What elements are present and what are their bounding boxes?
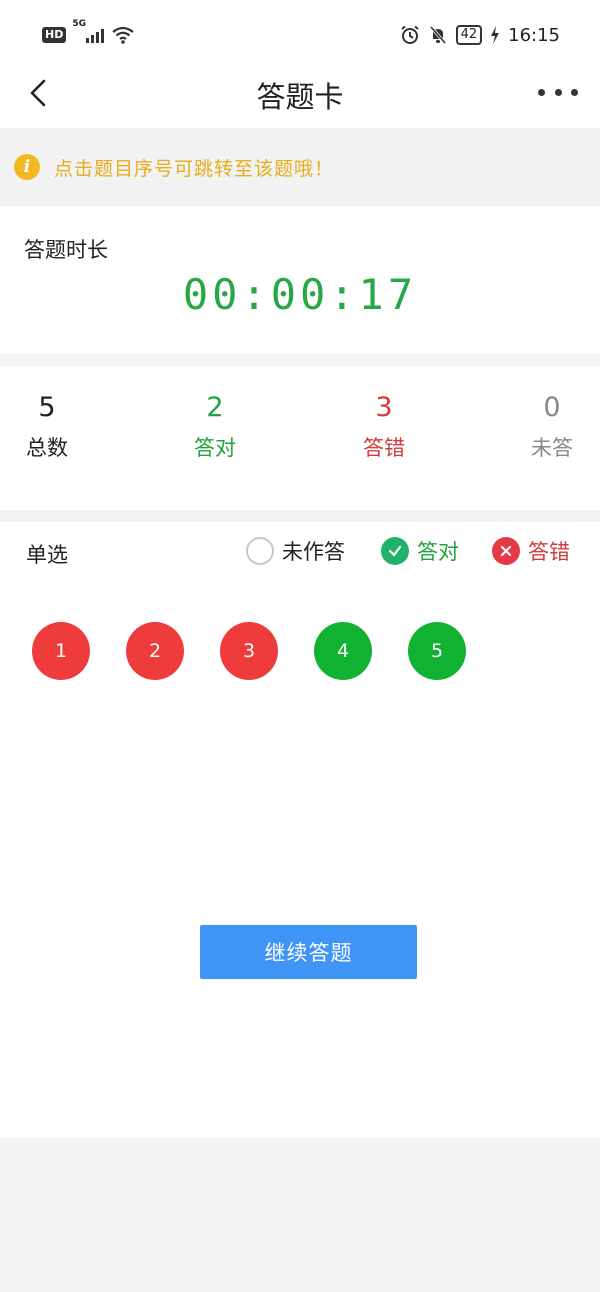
- tip-text: 点击题目序号可跳转至该题哦！: [54, 157, 335, 180]
- stat-wrong-value: 3: [375, 392, 393, 423]
- timer-value: 00:00:17: [182, 270, 418, 319]
- question-number-button[interactable]: 3: [220, 622, 278, 680]
- info-icon: i: [14, 154, 40, 180]
- hd-icon: HD: [42, 27, 67, 43]
- page-title: 答题卡: [256, 80, 344, 114]
- cross-icon: [492, 537, 520, 565]
- check-icon: [381, 537, 409, 565]
- legend-unanswered: 未作答: [246, 536, 345, 566]
- question-type-label: 单选: [26, 543, 68, 567]
- charging-icon: [491, 26, 500, 44]
- stat-unanswered-label: 未答: [531, 436, 573, 460]
- continue-answering-button[interactable]: 继续答题: [200, 925, 417, 979]
- stat-total-label: 总数: [26, 436, 68, 460]
- stats-card: 5 总数 2 答对 3 答错 0 未答: [0, 366, 600, 510]
- status-left: HD 5G: [42, 19, 135, 44]
- stat-correct: 2 答对: [160, 390, 270, 462]
- timer-label: 答题时长: [24, 238, 108, 262]
- tip-banner: i 点击题目序号可跳转至该题哦！: [0, 128, 600, 206]
- question-number-button[interactable]: 2: [126, 622, 184, 680]
- stat-total-value: 5: [38, 392, 56, 423]
- stat-wrong-label: 答错: [363, 436, 405, 460]
- question-grid: 1 2 3 4 5: [32, 622, 466, 680]
- nav-bar: 答题卡: [0, 60, 600, 128]
- question-number-button[interactable]: 5: [408, 622, 466, 680]
- bell-muted-icon: [429, 26, 446, 44]
- legend-unanswered-label: 未作答: [282, 540, 345, 564]
- battery-icon: 42: [455, 25, 483, 45]
- empty-circle-icon: [246, 537, 274, 565]
- signal-icon: 5G: [72, 19, 105, 43]
- stat-correct-label: 答对: [194, 436, 236, 460]
- wifi-icon: [112, 26, 135, 44]
- stat-wrong: 3 答错: [329, 390, 439, 462]
- timer-card: 答题时长 00:00:17: [0, 206, 600, 354]
- alarm-icon: [400, 25, 419, 44]
- stat-unanswered: 0 未答: [497, 390, 600, 462]
- question-number-button[interactable]: 4: [314, 622, 372, 680]
- stat-unanswered-value: 0: [543, 392, 561, 423]
- more-dots-icon[interactable]: [538, 80, 578, 104]
- legend-correct: 答对: [381, 536, 459, 566]
- legend-wrong-label: 答错: [528, 540, 570, 564]
- bottom-background: [0, 1138, 600, 1292]
- stat-correct-value: 2: [206, 392, 224, 423]
- status-right: 42 16:15: [400, 25, 560, 46]
- network-type: 5G: [72, 19, 86, 29]
- clock-time: 16:15: [508, 24, 560, 46]
- answer-sheet: 单选 未作答 答对 答错 1 2 3 4 5 继续答题: [0, 522, 600, 1138]
- stat-total: 5 总数: [0, 390, 102, 462]
- legend-wrong: 答错: [492, 536, 570, 566]
- legend-correct-label: 答对: [417, 540, 459, 564]
- question-number-button[interactable]: 1: [32, 622, 90, 680]
